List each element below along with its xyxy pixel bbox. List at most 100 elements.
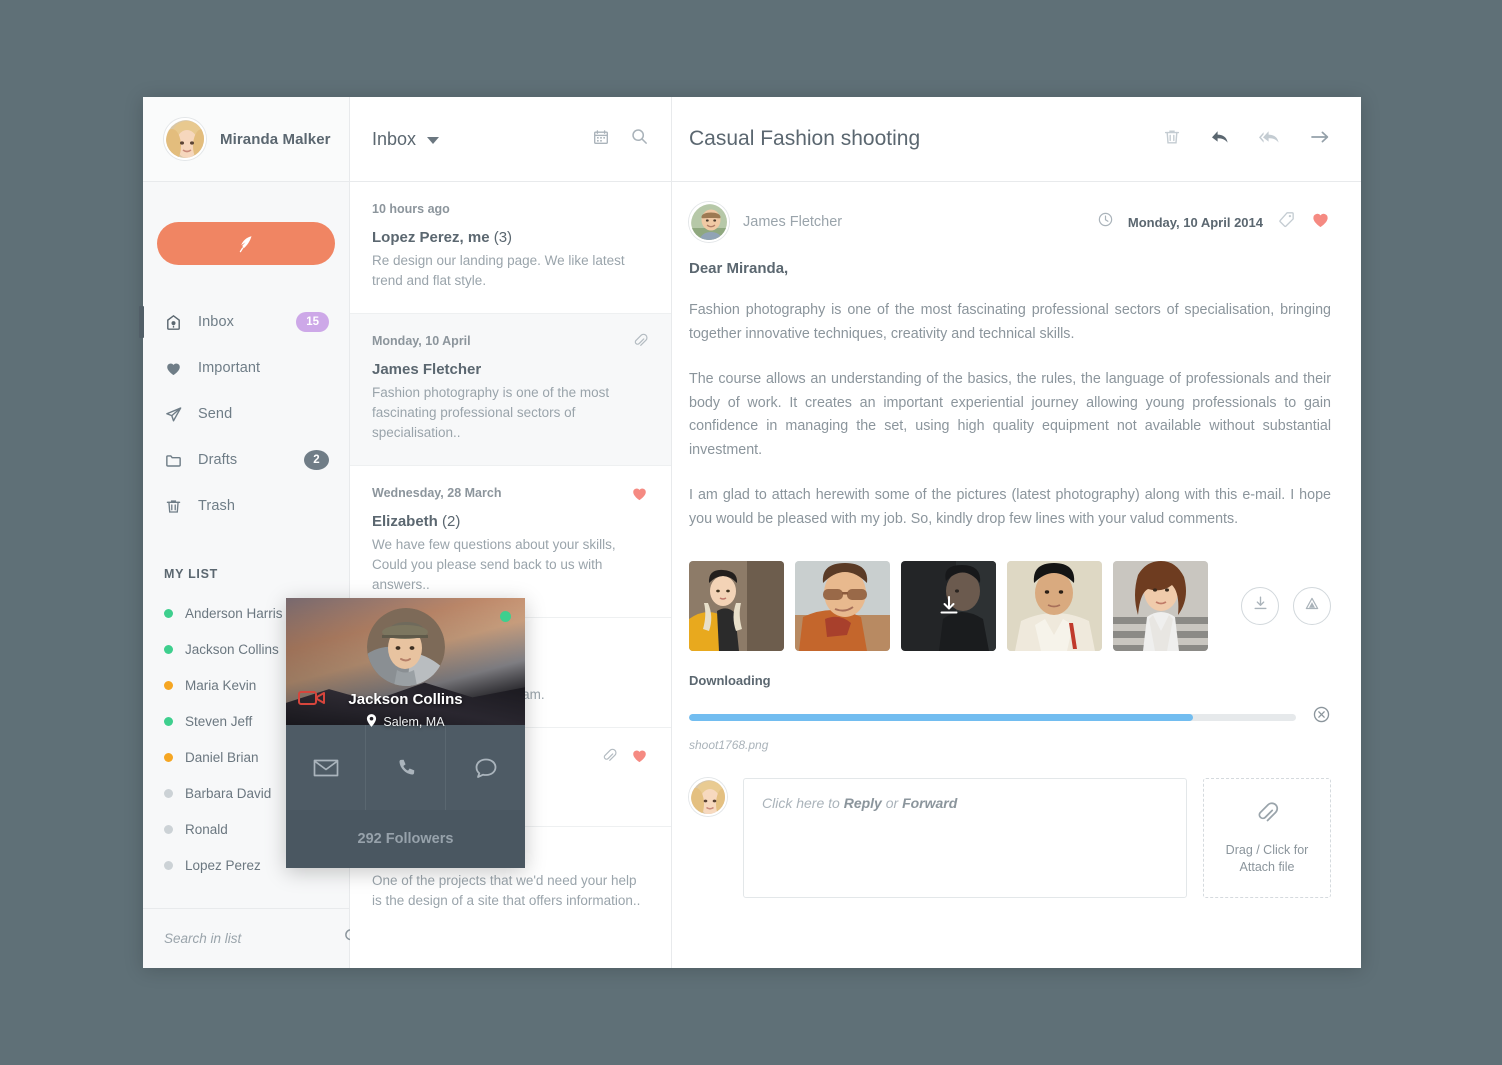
reply-input[interactable]: Click here to Reply or Forward bbox=[743, 778, 1187, 898]
contact-name: Maria Kevin bbox=[185, 677, 257, 693]
email-paragraph: The course allows an understanding of th… bbox=[689, 371, 1331, 458]
status-dot-icon bbox=[164, 752, 173, 762]
reply-all-icon[interactable] bbox=[1258, 127, 1282, 152]
cancel-circle-icon[interactable] bbox=[1312, 705, 1331, 729]
avatar bbox=[164, 118, 206, 160]
email-body: Dear Miranda, Fashion photography is one… bbox=[672, 242, 1361, 553]
popup-action-bar bbox=[286, 725, 525, 810]
mail-list-item[interactable]: Monday, 10 April James Fletcher Fashion … bbox=[350, 314, 671, 466]
sidebar-item-important[interactable]: Important bbox=[143, 345, 349, 391]
email-paragraph: I am glad to attach herewith some of the… bbox=[689, 487, 1331, 527]
mail-thread-count: (2) bbox=[442, 513, 461, 530]
reply-ph-forward: Forward bbox=[902, 795, 958, 811]
mail-preview: One of the projects that we'd need your … bbox=[372, 873, 641, 908]
mail-sender-name: Lopez Perez, me bbox=[372, 229, 490, 246]
popup-followers[interactable]: 292 Followers bbox=[286, 810, 525, 868]
attach-line-1: Drag / Click for bbox=[1225, 843, 1309, 857]
email-reader: Casual Fashion shooting James Fletcher M… bbox=[672, 97, 1361, 968]
save-to-drive-button[interactable] bbox=[1293, 587, 1331, 625]
heart-icon[interactable] bbox=[630, 484, 649, 508]
sidebar-item-trash[interactable]: Trash bbox=[143, 483, 349, 529]
attachment-actions bbox=[1241, 587, 1331, 625]
popup-contact-name: Jackson Collins bbox=[348, 691, 463, 708]
profile-name: Miranda Malker bbox=[220, 130, 331, 148]
trash-icon[interactable] bbox=[1162, 127, 1182, 152]
contact-name: Jackson Collins bbox=[185, 641, 279, 657]
folder-name: Inbox bbox=[372, 128, 417, 149]
mail-preview: We have few questions about your skills,… bbox=[372, 537, 616, 592]
email-greeting: Dear Miranda, bbox=[689, 260, 789, 277]
paper-plane-icon bbox=[164, 405, 188, 424]
attach-file-label: Drag / Click for Attach file bbox=[1226, 842, 1309, 876]
contact-name: Steven Jeff bbox=[185, 713, 253, 729]
paperclip-icon[interactable] bbox=[601, 747, 618, 769]
status-dot-icon bbox=[164, 608, 173, 618]
sidebar-search bbox=[143, 908, 360, 968]
status-dot-icon bbox=[164, 680, 173, 690]
avatar bbox=[689, 202, 729, 242]
reply-placeholder: Click here to Reply or Forward bbox=[762, 795, 957, 811]
tag-icon[interactable] bbox=[1277, 210, 1296, 234]
sender-row: James Fletcher Monday, 10 April 2014 bbox=[672, 182, 1361, 242]
attach-file-dropzone[interactable]: Drag / Click for Attach file bbox=[1203, 778, 1331, 898]
mail-list-header-icons bbox=[592, 127, 649, 151]
mail-item-icons bbox=[632, 332, 649, 354]
search-input[interactable] bbox=[164, 931, 343, 946]
paperclip-icon[interactable] bbox=[632, 332, 649, 354]
mail-sender: Elizabeth (2) bbox=[372, 513, 649, 530]
mail-preview: Fashion photography is one of the most f… bbox=[372, 385, 610, 440]
search-icon[interactable] bbox=[630, 127, 649, 151]
attachment-thumbnail[interactable] bbox=[689, 561, 784, 651]
sidebar-item-inbox[interactable]: Inbox 15 bbox=[139, 299, 349, 345]
heart-icon[interactable] bbox=[630, 746, 649, 770]
drive-icon bbox=[1303, 595, 1321, 618]
mail-thread-count: (3) bbox=[493, 229, 513, 246]
contact-name: Daniel Brian bbox=[185, 749, 259, 765]
mail-date: Monday, 10 April bbox=[372, 334, 471, 348]
mail-sender-name: James Fletcher bbox=[372, 361, 482, 378]
forward-icon[interactable] bbox=[1309, 127, 1331, 152]
download-status-label: Downloading bbox=[689, 673, 771, 688]
attachment-thumbnail[interactable] bbox=[1113, 561, 1208, 651]
reply-row: Click here to Reply or Forward Drag / Cl… bbox=[672, 752, 1361, 898]
popup-contact-location: Salem, MA bbox=[286, 714, 525, 730]
mail-icon[interactable] bbox=[286, 725, 365, 810]
mail-list-item[interactable]: Wednesday, 28 March Elizabeth (2) We hav… bbox=[350, 466, 671, 618]
download-all-button[interactable] bbox=[1241, 587, 1279, 625]
compose-button[interactable] bbox=[157, 222, 335, 265]
sidebar-item-send[interactable]: Send bbox=[143, 391, 349, 437]
download-overlay[interactable] bbox=[901, 561, 996, 651]
popup-hero: Jackson Collins Salem, MA bbox=[286, 598, 525, 729]
reply-icon[interactable] bbox=[1209, 127, 1231, 152]
status-dot-icon bbox=[164, 716, 173, 726]
progress-track[interactable] bbox=[689, 713, 1296, 721]
reply-ph-pre: Click here to bbox=[762, 795, 844, 811]
progress-fill bbox=[689, 713, 1193, 721]
mail-list-item[interactable]: 10 hours ago Lopez Perez, me (3) Re desi… bbox=[350, 182, 671, 314]
attachment-thumbnail[interactable] bbox=[795, 561, 890, 651]
chat-icon[interactable] bbox=[445, 725, 525, 810]
phone-icon[interactable] bbox=[365, 725, 445, 810]
inbox-badge: 15 bbox=[296, 312, 329, 332]
sidebar-item-drafts[interactable]: Drafts 2 bbox=[143, 437, 349, 483]
heart-icon[interactable] bbox=[1310, 209, 1331, 235]
attachment-row bbox=[672, 553, 1361, 651]
popup-location-text: Salem, MA bbox=[383, 715, 445, 729]
sender-name: James Fletcher bbox=[743, 214, 843, 230]
mail-sender-name: Elizabeth bbox=[372, 513, 438, 530]
calendar-icon[interactable] bbox=[592, 128, 610, 151]
contact-name: Anderson Harris bbox=[185, 605, 283, 621]
email-date: Monday, 10 April 2014 bbox=[1127, 214, 1263, 230]
mylist-heading: MY LIST bbox=[164, 567, 218, 581]
folder-selector[interactable]: Inbox bbox=[372, 128, 440, 150]
download-progress-section: Downloading shoot1768.png bbox=[672, 651, 1361, 752]
attachment-thumbnail[interactable] bbox=[1007, 561, 1102, 651]
contact-popup-card[interactable]: Jackson Collins Salem, MA 292 Followers bbox=[286, 598, 525, 868]
location-pin-icon bbox=[366, 714, 377, 730]
email-meta: Monday, 10 April 2014 bbox=[1097, 209, 1331, 235]
attachment-thumbnail[interactable] bbox=[901, 561, 996, 651]
status-dot-icon bbox=[164, 788, 173, 798]
drafts-badge: 2 bbox=[304, 450, 329, 470]
user-profile[interactable]: Miranda Malker bbox=[143, 97, 349, 182]
sidebar-item-label: Trash bbox=[198, 498, 236, 514]
